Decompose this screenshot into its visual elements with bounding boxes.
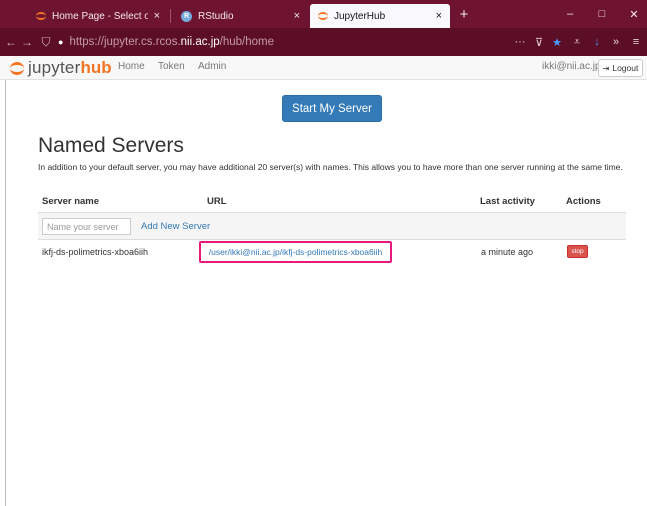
browser-tab-strip: Home Page - Select or creat × R RStudio … xyxy=(0,0,647,28)
logout-icon: ⇥ xyxy=(602,63,610,73)
nav-link-admin[interactable]: Admin xyxy=(198,61,226,72)
jupyter-icon xyxy=(318,12,328,20)
bookmark-star-icon[interactable]: ★ xyxy=(548,33,566,51)
tab-divider xyxy=(170,9,171,23)
library-icon[interactable]: ⩡ xyxy=(568,33,586,51)
close-icon[interactable]: × xyxy=(154,10,160,22)
maximize-icon[interactable]: □ xyxy=(592,4,612,24)
hamburger-menu-icon[interactable]: ≡ xyxy=(627,33,645,51)
browser-tab-rstudio[interactable]: R RStudio × xyxy=(173,4,308,28)
address-bar[interactable]: ● https://jupyter.cs.rcos. nii.ac.jp /hu… xyxy=(58,32,498,52)
browser-toolbar: ← → ⛉ ● https://jupyter.cs.rcos. nii.ac.… xyxy=(0,28,647,56)
new-tab-button[interactable]: + xyxy=(455,5,473,23)
start-my-server-button[interactable]: Start My Server xyxy=(282,95,382,122)
named-servers-description: In addition to your default server, you … xyxy=(38,162,623,172)
minimize-icon[interactable]: – xyxy=(560,4,580,24)
nav-link-token[interactable]: Token xyxy=(158,61,185,72)
jupyterhub-navbar: jupyter hub Home Token Admin ikki@nii.ac… xyxy=(0,56,647,80)
server-name-input[interactable] xyxy=(42,218,131,235)
overflow-icon[interactable]: » xyxy=(607,33,625,51)
pocket-icon[interactable]: ⊽ xyxy=(530,33,548,51)
stop-server-button[interactable]: stop xyxy=(567,245,588,258)
user-name: ikki@nii.ac.jp xyxy=(542,61,601,72)
tab-title: RStudio xyxy=(198,10,234,22)
jupyter-icon xyxy=(36,12,46,20)
jupyterhub-logo[interactable]: jupyter hub xyxy=(10,58,112,78)
nav-link-home[interactable]: Home xyxy=(118,61,145,72)
server-row-url-link[interactable]: /user/ikki@nii.ac.jp/ikfj-ds-polimetrics… xyxy=(199,241,392,263)
logo-text-hub: hub xyxy=(80,58,112,77)
logout-button[interactable]: ⇥ Logout xyxy=(598,59,643,77)
column-header-actions: Actions xyxy=(566,196,601,207)
tab-title: JupyterHub xyxy=(334,10,386,22)
url-host: nii.ac.jp xyxy=(180,36,220,48)
column-header-last-activity: Last activity xyxy=(480,196,535,207)
close-icon[interactable]: × xyxy=(294,10,300,22)
url-scheme: https://jupyter.cs.rcos. xyxy=(69,36,181,48)
server-row-name: ikfj-ds-polimetrics-xboa6iih xyxy=(42,247,149,257)
server-row-last-activity: a minute ago xyxy=(481,247,534,257)
browser-tab-home-page[interactable]: Home Page - Select or creat × xyxy=(28,4,168,28)
page-edge xyxy=(5,80,6,506)
close-icon[interactable]: × xyxy=(436,10,442,22)
close-window-icon[interactable]: ✕ xyxy=(624,4,644,24)
tab-title: Home Page - Select or creat xyxy=(52,10,148,22)
download-icon[interactable]: ↓ xyxy=(588,33,606,51)
lock-icon: ● xyxy=(58,37,64,47)
rstudio-icon: R xyxy=(181,10,192,22)
column-header-url: URL xyxy=(207,196,227,207)
page-title: Named Servers xyxy=(38,134,184,157)
logo-text-jupyter: jupyter xyxy=(28,58,81,77)
column-header-server-name: Server name xyxy=(42,196,100,207)
url-path: /hub/home xyxy=(219,36,275,48)
browser-tab-jupyterhub[interactable]: JupyterHub × xyxy=(310,4,450,28)
forward-arrow-icon[interactable]: → xyxy=(18,33,36,51)
shield-icon[interactable]: ⛉ xyxy=(37,33,55,51)
jupyter-logo-icon xyxy=(10,61,24,75)
logout-label: Logout xyxy=(612,63,639,73)
more-actions-icon[interactable]: ··· xyxy=(511,33,529,51)
add-new-server-button[interactable]: Add New Server xyxy=(141,221,210,232)
